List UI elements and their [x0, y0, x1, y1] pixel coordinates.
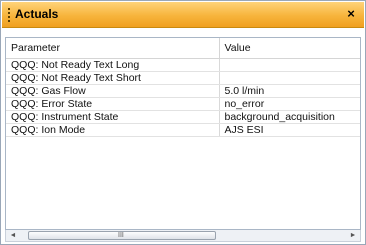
- close-icon[interactable]: ×: [344, 6, 358, 22]
- table-row[interactable]: QQQ: Error State no_error: [6, 97, 360, 111]
- actuals-panel: Actuals × Parameter Value QQQ: Not Ready…: [0, 0, 366, 245]
- parameter-cell: QQQ: Error State: [6, 97, 220, 111]
- drag-grip-icon[interactable]: [8, 8, 10, 22]
- scroll-left-icon[interactable]: ◄: [6, 230, 20, 241]
- parameter-cell: QQQ: Gas Flow: [6, 84, 220, 98]
- table-row[interactable]: QQQ: Not Ready Text Long: [6, 58, 360, 72]
- parameter-cell: QQQ: Ion Mode: [6, 123, 220, 137]
- parameter-cell: QQQ: Instrument State: [6, 110, 220, 124]
- table-row[interactable]: QQQ: Ion Mode AJS ESI: [6, 123, 360, 137]
- table-header-row: Parameter Value: [6, 38, 360, 59]
- scrollbar-thumb[interactable]: III: [28, 231, 216, 240]
- value-cell: 5.0 l/min: [219, 84, 360, 98]
- column-header-value[interactable]: Value: [219, 38, 360, 59]
- horizontal-scrollbar[interactable]: ◄ III ►: [5, 230, 361, 242]
- value-cell: AJS ESI: [219, 123, 360, 137]
- scroll-right-icon[interactable]: ►: [346, 230, 360, 241]
- actuals-table: Parameter Value QQQ: Not Ready Text Long…: [6, 38, 360, 137]
- column-header-parameter[interactable]: Parameter: [6, 38, 220, 59]
- table-row[interactable]: QQQ: Not Ready Text Short: [6, 71, 360, 85]
- value-cell: background_acquisition: [219, 110, 360, 124]
- thumb-grip-icon: III: [118, 232, 124, 239]
- panel-title: Actuals: [15, 7, 59, 21]
- table-row[interactable]: QQQ: Gas Flow 5.0 l/min: [6, 84, 360, 98]
- value-cell: no_error: [219, 97, 360, 111]
- parameter-cell: QQQ: Not Ready Text Long: [6, 58, 220, 72]
- panel-titlebar[interactable]: Actuals ×: [2, 2, 364, 28]
- table-row[interactable]: QQQ: Instrument State background_acquisi…: [6, 110, 360, 124]
- actuals-grid[interactable]: Parameter Value QQQ: Not Ready Text Long…: [5, 37, 361, 230]
- parameter-cell: QQQ: Not Ready Text Short: [6, 71, 220, 85]
- value-cell: [219, 71, 360, 85]
- value-cell: [219, 58, 360, 72]
